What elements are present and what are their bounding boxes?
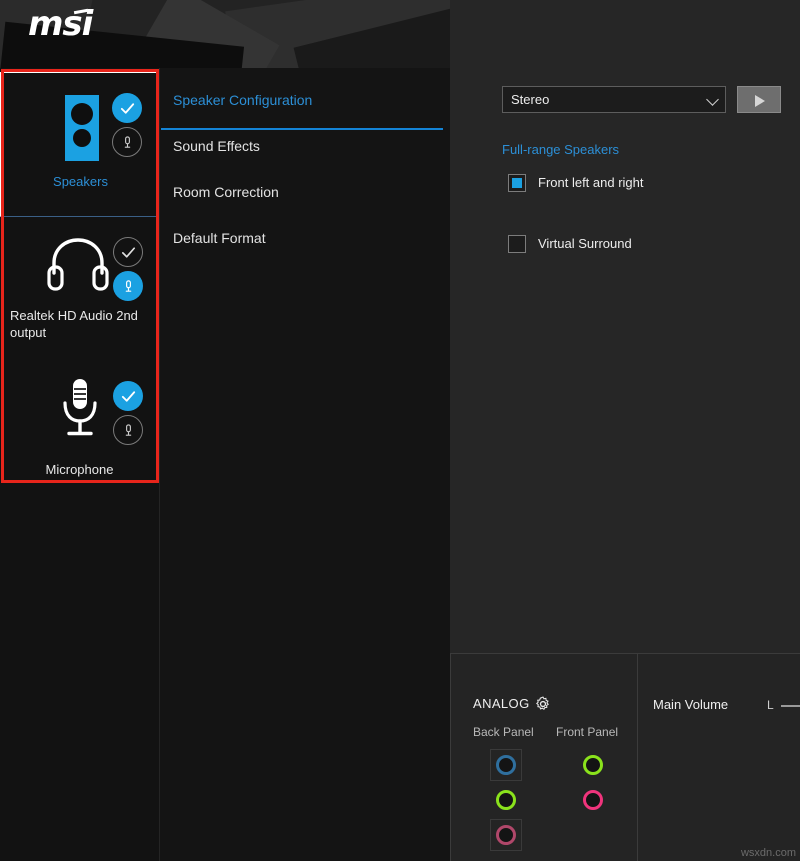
recording-default-badge[interactable] — [113, 271, 143, 301]
device-list: Speakers Realtek HD Audio 2nd output Mic… — [0, 72, 159, 505]
preview-play-button[interactable] — [737, 86, 781, 113]
headphones-icon — [46, 235, 109, 299]
front-panel-header: Front Panel — [556, 725, 619, 739]
recording-default-badge[interactable] — [112, 127, 142, 157]
microphone-icon — [124, 135, 130, 148]
chevron-down-icon — [706, 93, 719, 106]
checkbox-front-left-and-right[interactable] — [508, 174, 526, 192]
microphone-icon — [125, 423, 131, 436]
channel-configuration-value: Stereo — [511, 92, 550, 107]
analog-section-title: ANALOG — [473, 696, 530, 711]
checkbox-label: Virtual Surround — [538, 236, 632, 251]
device-advanced-panel: ANALOG Back Panel Front Panel Main Volum… — [450, 653, 800, 861]
jack-back-green-line-out[interactable] — [496, 790, 516, 810]
watermark-text: wsxdn.com — [740, 847, 796, 859]
recording-default-badge[interactable] — [113, 415, 143, 445]
gear-icon[interactable] — [535, 696, 551, 712]
nav-item-room-correction[interactable]: Room Correction — [161, 176, 450, 222]
device-item-microphone[interactable]: Microphone — [0, 361, 159, 505]
check-icon — [121, 390, 135, 402]
msi-logo: msi — [28, 4, 93, 44]
microphone-icon — [125, 279, 131, 292]
nav-item-label: Default Format — [173, 230, 266, 246]
main-volume-label: Main Volume — [653, 697, 729, 712]
device-item-speakers[interactable]: Speakers — [0, 72, 159, 217]
nav-item-sound-effects[interactable]: Sound Effects — [161, 130, 450, 176]
analog-jack-section: ANALOG Back Panel Front Panel — [451, 654, 638, 861]
back-panel-header: Back Panel — [473, 725, 534, 739]
volume-left-channel-label: L — [767, 698, 774, 712]
nav-item-label: Room Correction — [173, 184, 279, 200]
realtek-audio-console-window: msi Speakers Realtek HD Audio 2nd output… — [0, 0, 800, 861]
volume-left-slider[interactable] — [781, 705, 800, 707]
jack-front-green-headphone[interactable] — [583, 755, 603, 775]
device-label: Microphone — [45, 462, 114, 477]
device-item-realtek-2nd-output[interactable]: Realtek HD Audio 2nd output — [0, 217, 159, 361]
nav-item-label: Speaker Configuration — [173, 92, 313, 108]
settings-nav: Speaker Configuration Sound Effects Room… — [161, 84, 450, 268]
check-icon — [121, 246, 135, 258]
device-label: Speakers — [53, 174, 108, 189]
playback-default-badge[interactable] — [113, 237, 143, 267]
check-icon — [120, 102, 134, 114]
checkbox-label: Front left and right — [538, 175, 644, 190]
channel-configuration-select[interactable]: Stereo — [502, 86, 726, 113]
checkbox-virtual-surround[interactable] — [508, 235, 526, 253]
jack-front-pink-mic[interactable] — [583, 790, 603, 810]
jack-back-pink-mic-in[interactable] — [496, 825, 516, 845]
app-header: msi — [0, 0, 450, 68]
nav-item-speaker-configuration[interactable]: Speaker Configuration — [161, 84, 450, 130]
playback-default-badge[interactable] — [113, 381, 143, 411]
nav-item-default-format[interactable]: Default Format — [161, 222, 450, 268]
device-label: Realtek HD Audio 2nd output — [10, 308, 138, 340]
jack-back-blue-line-in[interactable] — [496, 755, 516, 775]
playback-default-badge[interactable] — [112, 93, 142, 123]
studio-microphone-icon — [52, 377, 112, 441]
speaker-icon — [51, 95, 111, 161]
play-icon — [755, 95, 765, 107]
nav-item-label: Sound Effects — [173, 138, 260, 154]
full-range-speakers-label: Full-range Speakers — [502, 142, 620, 157]
